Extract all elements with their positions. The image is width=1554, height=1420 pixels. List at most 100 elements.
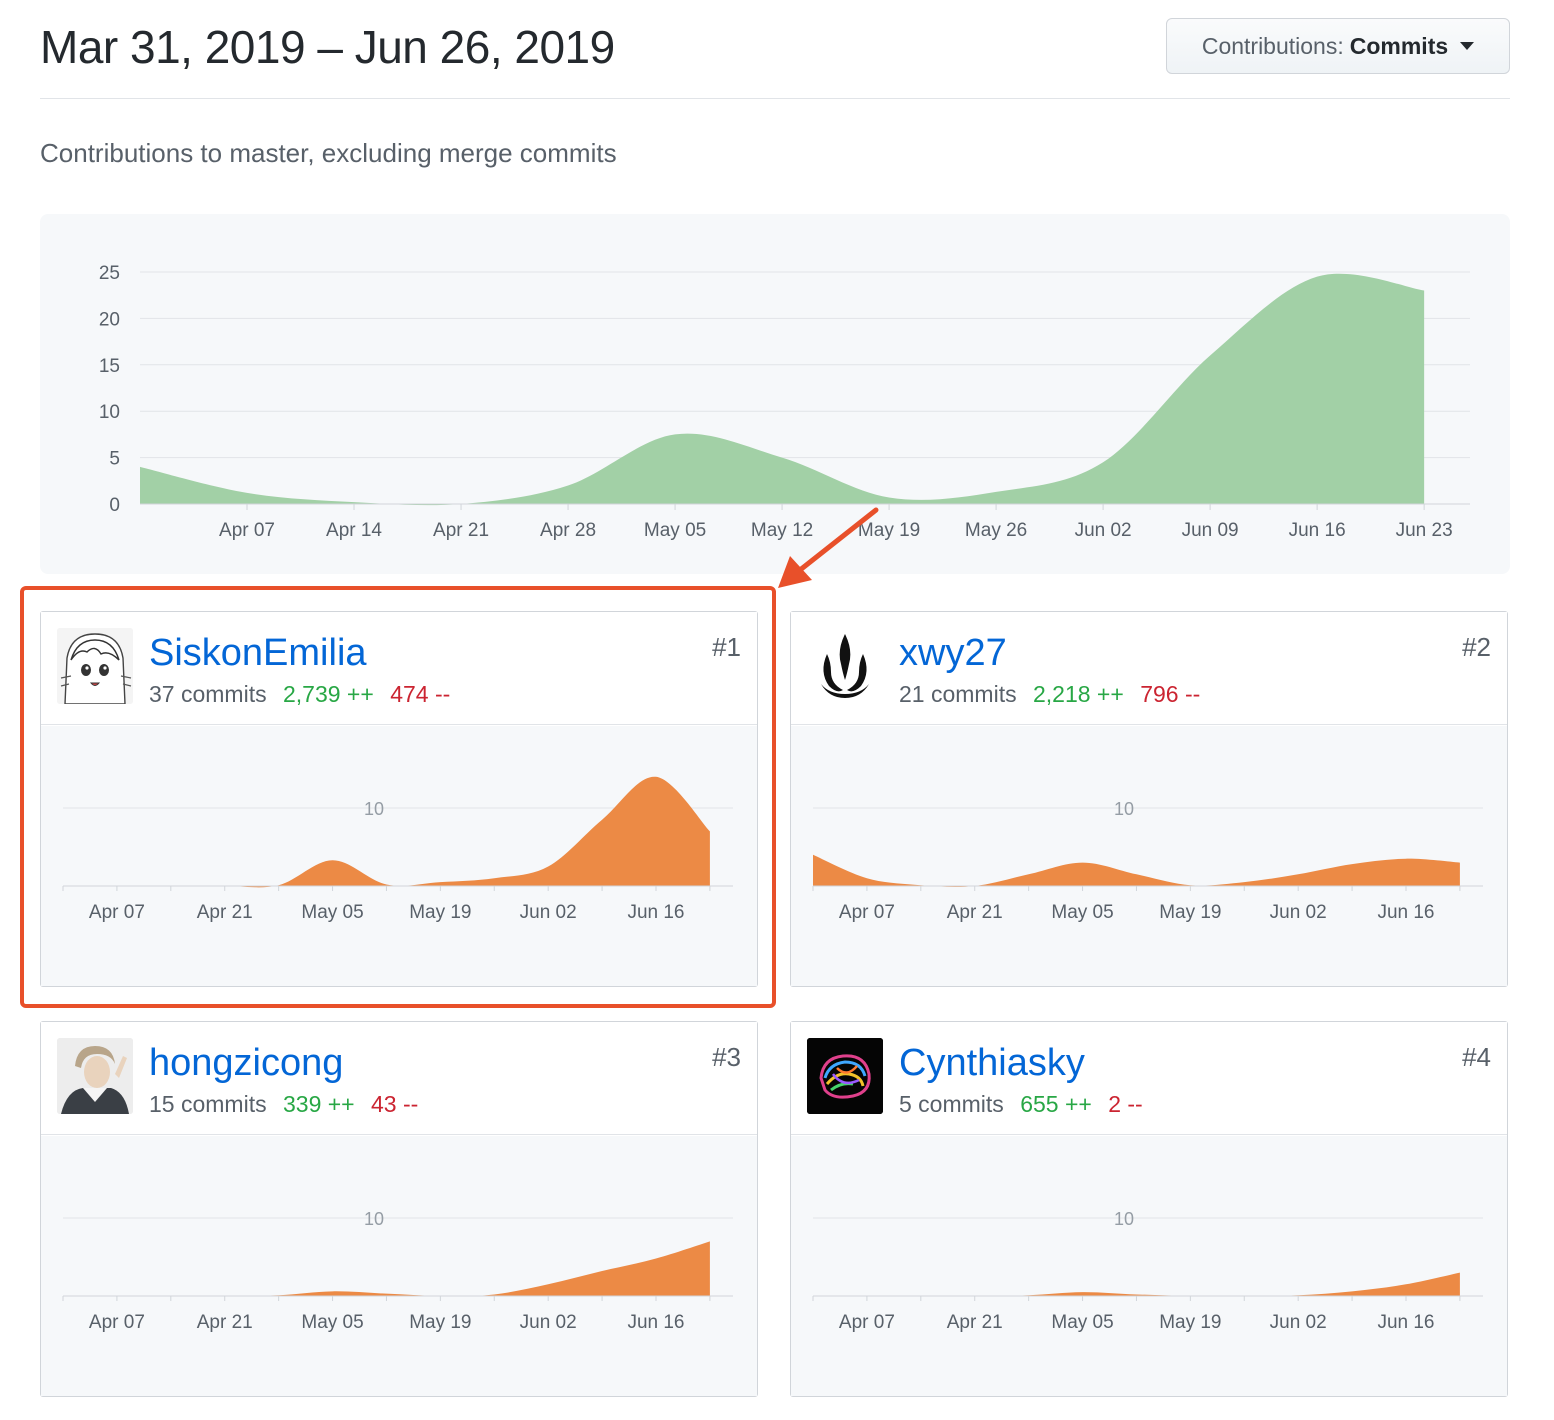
additions-count: 2,739 ++ <box>282 681 374 707</box>
contributions-type-select[interactable]: Contributions: Commits <box>1166 18 1510 74</box>
x-tick-label: May 19 <box>409 1312 471 1333</box>
commit-count: 21 commits <box>899 681 1017 707</box>
contributor-chart-area: 10 Apr 07 Apr 21 May 05 May 19 Jun 02 Jun 16 <box>41 726 757 986</box>
deletions-count: 43 -- <box>371 1091 419 1117</box>
commit-count: 15 commits <box>149 1091 267 1117</box>
contributor-stats: 5 commits 655 ++ 2 -- <box>899 1091 1143 1118</box>
x-tick-label: Jun 16 <box>627 1312 684 1333</box>
gridline-label: 10 <box>1114 1209 1134 1229</box>
select-prefix: Contributions: <box>1201 32 1344 59</box>
x-tick-label: Jun 23 <box>1396 520 1453 541</box>
main-contribution-chart: 0 5 10 15 20 25 Apr 07 Apr 14 Apr 21 Apr 28 May 05… <box>40 214 1510 574</box>
x-tick-label: Jun 16 <box>1289 520 1346 541</box>
contributor-rank: #4 <box>1462 1042 1491 1072</box>
x-tick-label: Jun 16 <box>627 902 684 923</box>
x-tick-label: Apr 07 <box>839 1312 895 1333</box>
x-tick-label: Jun 09 <box>1182 520 1239 541</box>
contributor-chart-area: 10 Apr 07 Apr 21 May 05 May 19 Jun 02 Jun 16 <box>791 726 1507 986</box>
contributor-card: SiskonEmilia 37 commits 2,739 ++ 474 -- … <box>40 611 758 987</box>
header-divider <box>40 98 1510 99</box>
contributor-chart-svg: 10 Apr 07 Apr 21 May 05 May 19 Jun 02 Jun 16 <box>812 799 1483 923</box>
contributor-rank: #3 <box>712 1042 741 1072</box>
x-tick-label: Jun 02 <box>1270 902 1327 923</box>
y-tick-label: 20 <box>99 309 120 330</box>
x-tick-label: May 26 <box>965 520 1027 541</box>
contributor-chart-svg: 10 Apr 07 Apr 21 May 05 May 19 Jun 02 Jun 16 <box>812 1209 1483 1333</box>
contributor-rank: #2 <box>1462 632 1491 662</box>
x-tick-label: Apr 21 <box>197 902 253 923</box>
y-tick-label: 0 <box>109 495 120 516</box>
y-tick-label: 10 <box>99 402 120 423</box>
x-tick-label: Apr 14 <box>326 520 382 541</box>
colorful-brain-avatar-icon <box>807 1038 883 1114</box>
x-tick-label: May 19 <box>858 520 920 541</box>
contributor-username-link[interactable]: hongzicong <box>149 1042 343 1085</box>
commit-count: 37 commits <box>149 681 267 707</box>
x-tick-label: Jun 16 <box>1377 902 1434 923</box>
y-tick-label: 15 <box>99 356 120 377</box>
select-value: Commits <box>1349 32 1449 59</box>
contributor-username-link[interactable]: Cynthiasky <box>899 1042 1085 1085</box>
contributor-card-header: SiskonEmilia 37 commits 2,739 ++ 474 -- … <box>41 612 757 725</box>
contributor-card-header: Cynthiasky 5 commits 655 ++ 2 -- #4 <box>791 1022 1507 1135</box>
contributor-rank: #1 <box>712 632 741 662</box>
contributor-chart-svg: 10 Apr 07 Apr 21 May 05 May 19 Jun 02 Jun 16 <box>62 1209 733 1333</box>
x-tick-label: Apr 28 <box>540 520 596 541</box>
avatar[interactable] <box>57 1038 133 1114</box>
commits-area <box>813 1272 1460 1297</box>
x-tick-label: Jun 16 <box>1377 1312 1434 1333</box>
anime-girl-avatar-icon <box>57 628 133 704</box>
x-tick-label: May 19 <box>1159 1312 1221 1333</box>
gridline-label: 10 <box>364 799 384 819</box>
person-photo-avatar-icon <box>57 1038 133 1114</box>
avatar[interactable] <box>57 628 133 704</box>
contributor-card-header: xwy27 21 commits 2,218 ++ 796 -- #2 <box>791 612 1507 725</box>
x-tick-label: Jun 02 <box>520 1312 577 1333</box>
contributor-username-link[interactable]: SiskonEmilia <box>149 632 367 675</box>
x-tick-label: Apr 21 <box>947 902 1003 923</box>
deletions-count: 2 -- <box>1108 1091 1143 1117</box>
contributor-card: hongzicong 15 commits 339 ++ 43 -- #3 10… <box>40 1021 758 1397</box>
contributor-username-link[interactable]: xwy27 <box>899 632 1007 675</box>
x-tick-label: May 05 <box>1051 1312 1113 1333</box>
avatar[interactable] <box>807 628 883 704</box>
deletions-count: 796 -- <box>1140 681 1201 707</box>
contributor-card: Cynthiasky 5 commits 655 ++ 2 -- #4 10 Ap… <box>790 1021 1508 1397</box>
x-tick-label: May 12 <box>751 520 813 541</box>
commit-count: 5 commits <box>899 1091 1004 1117</box>
x-tick-label: Jun 02 <box>1075 520 1132 541</box>
x-tick-label: May 05 <box>1051 902 1113 923</box>
contributor-chart-svg: 10 Apr 07 Apr 21 May 05 May 19 Jun 02 Jun 16 <box>62 776 733 923</box>
additions-count: 339 ++ <box>282 1091 355 1117</box>
x-tick-label: Apr 07 <box>89 902 145 923</box>
x-tick-label: Apr 21 <box>197 1312 253 1333</box>
commits-area <box>140 273 1425 506</box>
x-tick-label: Jun 02 <box>1270 1312 1327 1333</box>
x-tick-label: Apr 21 <box>947 1312 1003 1333</box>
flame-logo-avatar-icon <box>807 628 883 704</box>
commits-area <box>63 776 710 888</box>
x-tick-label: Apr 21 <box>433 520 489 541</box>
date-range-title: Mar 31, 2019 – Jun 26, 2019 <box>40 21 615 73</box>
additions-count: 2,218 ++ <box>1032 681 1124 707</box>
commits-area <box>813 854 1460 887</box>
y-tick-label: 25 <box>99 263 120 284</box>
x-tick-label: May 19 <box>409 902 471 923</box>
contributor-chart-area: 10 Apr 07 Apr 21 May 05 May 19 Jun 02 Jun 16 <box>791 1136 1507 1396</box>
gridline-label: 10 <box>364 1209 384 1229</box>
avatar[interactable] <box>807 1038 883 1114</box>
contributor-card-header: hongzicong 15 commits 339 ++ 43 -- #3 <box>41 1022 757 1135</box>
y-tick-label: 5 <box>109 449 120 470</box>
contributor-card: xwy27 21 commits 2,218 ++ 796 -- #2 10 Ap… <box>790 611 1508 987</box>
contributor-stats: 21 commits 2,218 ++ 796 -- <box>899 681 1200 708</box>
x-tick-label: Apr 07 <box>839 902 895 923</box>
contributor-chart-area: 10 Apr 07 Apr 21 May 05 May 19 Jun 02 Jun 16 <box>41 1136 757 1396</box>
main-chart-svg: 0 5 10 15 20 25 Apr 07 Apr 14 Apr 21 Apr 28 May 05… <box>99 263 1470 541</box>
contributor-stats: 37 commits 2,739 ++ 474 -- <box>149 681 450 708</box>
x-tick-label: May 05 <box>301 1312 363 1333</box>
chevron-down-icon <box>1460 42 1475 50</box>
x-tick-label: May 05 <box>301 902 363 923</box>
x-tick-label: Apr 07 <box>89 1312 145 1333</box>
commits-area <box>63 1241 710 1297</box>
x-tick-label: Apr 07 <box>219 520 275 541</box>
